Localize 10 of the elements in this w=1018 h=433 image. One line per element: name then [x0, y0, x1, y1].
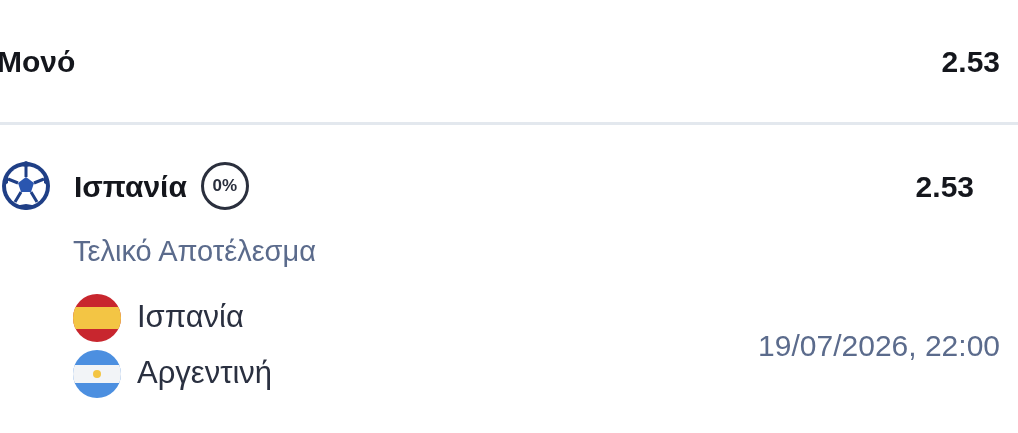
team-name: Ισπανία — [137, 298, 244, 337]
selection-name: Ισπανία — [74, 168, 187, 205]
selection-odds: 2.53 — [915, 168, 974, 205]
market-name: Τελικό Αποτέλεσμα — [73, 235, 316, 267]
total-odds: 2.53 — [941, 43, 1000, 80]
flag-icon — [73, 293, 121, 342]
percentage-badge: 0% — [200, 162, 249, 210]
flag-icon — [73, 349, 121, 398]
match-datetime: 19/07/2026, 22:00 — [758, 328, 1000, 364]
team-name: Αργεντινή — [137, 354, 272, 393]
